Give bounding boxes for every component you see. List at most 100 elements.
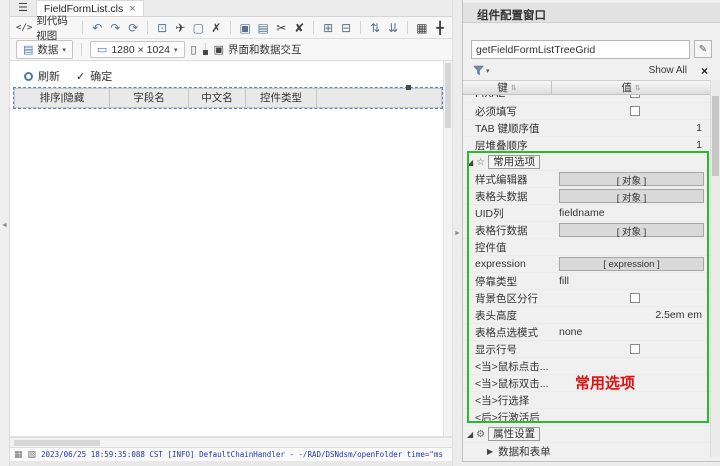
collapse-right-icon[interactable]: ► [454,230,461,237]
align-icon[interactable]: ╋ [434,21,446,35]
delete-icon[interactable]: ✗ [210,21,222,35]
left-collapse-rail[interactable]: ◄ [0,0,10,466]
design-canvas[interactable]: 刷新 ✓ 确定 排序|隐藏 字段名 中文名 控件类型 [10,61,452,437]
property-row[interactable]: 样式编辑器 [ 对象 ] [463,171,710,188]
property-row[interactable]: <当>行选择 [463,392,710,409]
paste-format-icon[interactable]: ⊟ [340,21,352,35]
paste-icon[interactable]: ▤ [257,21,269,35]
checkbox[interactable] [629,106,640,116]
property-row[interactable]: 层堆叠顺序 1 [463,137,710,154]
log-grid-icon[interactable]: ▦ [14,449,23,460]
mobile-device-icon[interactable]: ▯ [191,43,197,56]
checkbox[interactable] [629,95,640,98]
property-row[interactable]: FIXAE [463,95,710,103]
clear-filter-icon[interactable]: × [701,64,708,78]
property-row[interactable]: 必须填写 [463,103,710,120]
property-row[interactable]: 表头高度 2.5em em [463,307,710,324]
property-value [559,344,710,354]
property-row[interactable]: 表格行数据 [ 对象 ] [463,222,710,239]
filter-button[interactable]: ▾ [473,65,490,76]
window-icon: ▣ [213,44,224,56]
canvas-horizontal-scrollbar[interactable] [10,437,452,447]
cut-icon[interactable]: ✂ [275,21,287,35]
code-view-button[interactable]: </> 到代码视图 [16,13,74,43]
sort-desc-icon[interactable]: ⇊ [387,21,399,35]
property-row[interactable]: ◢ ⚙ 属性设置 [463,426,710,443]
preview-icon[interactable]: ▢ [192,21,204,35]
object-editor-button[interactable]: [ 对象 ] [559,189,704,204]
copy-icon[interactable]: ▣ [239,21,251,35]
checkbox[interactable] [629,344,640,354]
key-column-header[interactable]: 键 ⇅ [463,81,552,94]
interaction-view-button[interactable]: ▣ 界面和数据交互 [214,42,302,57]
property-row[interactable]: 表格头数据 [ 对象 ] [463,188,710,205]
property-row[interactable]: 停靠类型 fill [463,273,710,290]
tab-close-icon[interactable]: × [129,3,135,15]
data-dropdown-button[interactable]: ▤ 数据 ▾ [16,40,73,59]
panel-splitter[interactable]: ► [452,0,462,466]
selection-handle[interactable] [406,85,411,90]
canvas-vertical-scrollbar[interactable] [443,61,452,436]
property-row[interactable]: 背景色区分行 [463,290,710,307]
sort-icon: ⇅ [634,84,641,92]
refresh-button[interactable]: 刷新 [24,68,60,84]
edit-icon[interactable]: ✎ [694,40,712,58]
sort-asc-icon[interactable]: ⇅ [369,21,381,35]
chevron-down-icon: ▾ [486,67,490,75]
resolution-dropdown[interactable]: ▭ 1280 × 1024 ▾ [89,41,185,58]
property-value [559,293,710,303]
selected-grid-component[interactable]: 排序|隐藏 字段名 中文名 控件类型 [13,87,443,109]
property-row[interactable]: TAB 键顺序值 1 [463,120,710,137]
selection-handle[interactable] [203,50,208,55]
undo-icon[interactable]: ↶ [91,21,103,35]
property-row[interactable]: 显示行号 [463,341,710,358]
toolbar-separator [313,21,315,34]
grid-column-header[interactable]: 排序|隐藏 [15,89,110,107]
property-value[interactable]: 2.5em em [559,309,710,321]
export-icon[interactable]: ⊡ [156,21,168,35]
scrollbar-thumb[interactable] [712,96,719,176]
property-row[interactable]: ◢ ☆ 常用选项 [463,154,710,171]
property-row[interactable]: ▶ 数据和表单 [463,443,710,458]
property-value[interactable]: 1 [559,139,710,151]
log-message: 2023/06/25 18:59:35:088 CST [INFO] Defau… [41,450,443,459]
redo-icon[interactable]: ↷ [109,21,121,35]
property-row[interactable]: <后>行激活后 [463,409,710,426]
grid-column-header[interactable]: 中文名 [189,89,246,107]
object-editor-button[interactable]: [ 对象 ] [559,172,704,187]
property-value[interactable]: fieldname [559,207,710,219]
property-row[interactable]: 表格点选模式 none [463,324,710,341]
confirm-button[interactable]: ✓ 确定 [76,68,112,84]
refresh-icon[interactable]: ⟳ [127,21,139,35]
section-expand-icon[interactable]: ◢ [467,158,473,167]
remove-icon[interactable]: ✘ [293,21,305,35]
collapse-left-icon[interactable]: ◄ [1,222,8,229]
grid-icon[interactable]: ▦ [416,21,428,35]
object-editor-button[interactable]: [ 对象 ] [559,223,704,238]
value-column-header[interactable]: 值 ⇅ [552,81,710,94]
section-expand-icon[interactable]: ◢ [467,430,473,439]
scrollbar-thumb[interactable] [14,440,100,446]
subsection-expand-icon[interactable]: ▶ [487,447,493,456]
property-key: <当>鼠标双击... [475,377,549,390]
property-row[interactable]: 控件值 [463,239,710,256]
log-panel-icon[interactable]: ▧ [28,449,37,460]
property-key: TAB 键顺序值 [475,122,540,135]
property-row[interactable]: expression [ expression ] [463,256,710,273]
scrollbar-thumb[interactable] [445,63,451,128]
component-id-input[interactable] [471,40,690,59]
deploy-icon[interactable]: ✈ [174,21,186,35]
data-label: 数据 [37,44,59,56]
grid-column-header[interactable]: 控件类型 [246,89,317,107]
checkbox[interactable] [629,293,640,303]
object-editor-button[interactable]: [ expression ] [559,257,704,271]
toolbar-separator [82,21,84,34]
grid-column-header[interactable]: 字段名 [110,89,189,107]
property-value[interactable]: 1 [559,122,710,134]
property-value[interactable]: fill [559,275,710,287]
copy-format-icon[interactable]: ⊞ [322,21,334,35]
property-value[interactable]: none [559,326,710,338]
panel-scrollbar[interactable] [710,80,720,457]
property-row[interactable]: UID列 fieldname [463,205,710,222]
show-all-label[interactable]: Show All [649,65,687,76]
